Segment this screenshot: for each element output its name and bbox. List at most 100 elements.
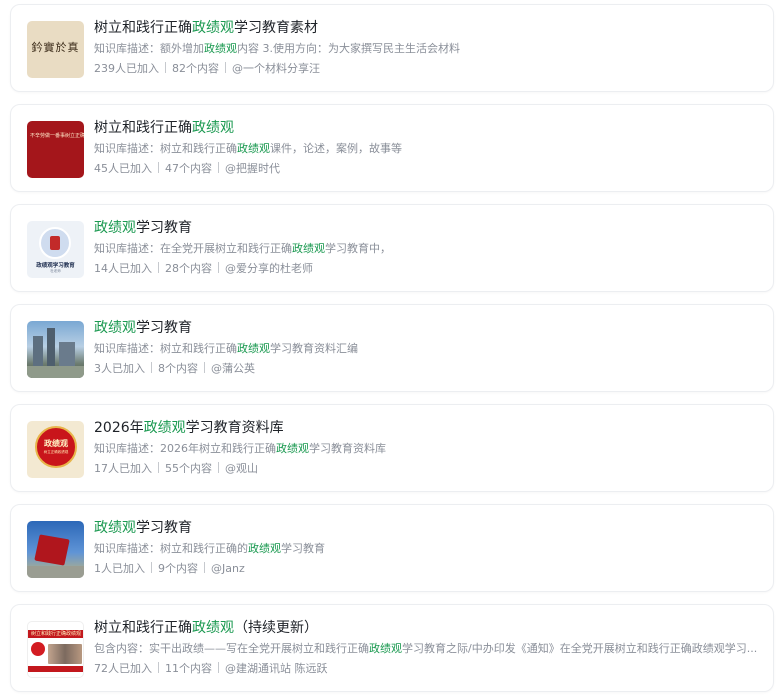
card-thumbnail[interactable]: 政绩观 树立正确政绩观: [27, 421, 84, 478]
card-title[interactable]: 政绩观学习教育: [94, 318, 761, 338]
card-text: 2026年政绩观学习教育资料库 知识库描述：2026年树立和践行正确政绩观学习教…: [94, 418, 761, 478]
desc-highlight: 政绩观: [237, 342, 270, 355]
content-count: 82个内容: [172, 62, 219, 75]
card-text: 政绩观学习教育 知识库描述：树立和践行正确的政绩观学习教育 1人已加入 9个内容 @…: [94, 518, 761, 578]
desc-highlight: 政绩观: [276, 442, 309, 455]
desc-part: 知识库描述：2026年树立和践行正确: [94, 442, 276, 455]
title-part: 树立和践行正确: [94, 620, 192, 636]
title-highlight: 政绩观: [192, 20, 234, 36]
member-count: 45人已加入: [94, 162, 152, 175]
member-count: 3人已加入: [94, 362, 145, 375]
card-title[interactable]: 2026年政绩观学习教育资料库: [94, 418, 761, 438]
card-description: 包含内容：实干出政绩——写在全党开展树立和践行正确政绩观学习教育之际/中办印发《…: [94, 640, 761, 658]
thumbnail-footer: [28, 666, 83, 672]
author-link[interactable]: @爱分享的杜老师: [225, 262, 313, 275]
meta-divider: [225, 62, 226, 73]
desc-highlight: 政绩观: [248, 542, 281, 555]
desc-part: 包含内容：实干出政绩——写在全党开展树立和践行正确: [94, 642, 369, 655]
meta-divider: [158, 162, 159, 173]
author-link[interactable]: @Janz: [211, 562, 245, 575]
thumbnail-emblem-icon: [39, 227, 71, 259]
knowledge-base-card[interactable]: 政绩观 树立正确政绩观 2026年政绩观学习教育资料库 知识库描述：2026年树…: [10, 404, 774, 492]
meta-divider: [218, 662, 219, 673]
meta-divider: [158, 662, 159, 673]
desc-highlight: 政绩观: [369, 642, 402, 655]
thumbnail-building: [33, 336, 43, 366]
knowledge-base-card[interactable]: 政绩观学习教育 知识库描述：树立和践行正确政绩观学习教育资料汇编 3人已加入 8个…: [10, 304, 774, 392]
desc-part: 学习教育资料库: [309, 442, 386, 455]
desc-part: 内容 3.使用方向：为大家撰写民主生活会材料: [237, 42, 460, 55]
meta-divider: [218, 262, 219, 273]
card-thumbnail[interactable]: [27, 321, 84, 378]
member-count: 239人已加入: [94, 62, 159, 75]
desc-highlight: 政绩观: [292, 242, 325, 255]
card-description: 知识库描述：额外增加政绩观内容 3.使用方向：为大家撰写民主生活会材料: [94, 40, 761, 58]
thumbnail-caption: 不辛劳做一番事树立正确政绩观: [30, 133, 84, 139]
card-title[interactable]: 树立和践行正确政绩观: [94, 118, 761, 138]
content-count: 47个内容: [165, 162, 212, 175]
member-count: 1人已加入: [94, 562, 145, 575]
meta-divider: [151, 562, 152, 573]
title-part: 学习教育: [136, 520, 192, 536]
title-part: 学习教育: [136, 220, 192, 236]
author-link[interactable]: @观山: [225, 462, 258, 475]
card-description: 知识库描述：树立和践行正确政绩观课件，论述，案例，故事等: [94, 140, 761, 158]
desc-part: 学习教育中，: [325, 242, 391, 255]
card-text: 树立和践行正确政绩观 知识库描述：树立和践行正确政绩观课件，论述，案例，故事等 …: [94, 118, 761, 178]
card-meta: 3人已加入 8个内容 @蒲公英: [94, 360, 761, 378]
title-highlight: 政绩观: [192, 620, 234, 636]
card-meta: 1人已加入 9个内容 @Janz: [94, 560, 761, 578]
thumbnail-photo: [48, 644, 82, 664]
knowledge-base-card[interactable]: 政绩观学习教育 杜老师 政绩观学习教育 知识库描述：在全党开展树立和践行正确政绩…: [10, 204, 774, 292]
card-thumbnail[interactable]: 不辛劳做一番事树立正确政绩观: [27, 121, 84, 178]
author-link[interactable]: @蒲公英: [211, 362, 255, 375]
member-count: 14人已加入: [94, 262, 152, 275]
desc-part: 知识库描述：在全党开展树立和践行正确: [94, 242, 292, 255]
title-part: 学习教育资料库: [185, 420, 284, 436]
member-count: 17人已加入: [94, 462, 152, 475]
card-meta: 14人已加入 28个内容 @爱分享的杜老师: [94, 260, 761, 278]
thumbnail-subcaption: 树立正确政绩观: [43, 450, 69, 454]
card-description: 知识库描述：2026年树立和践行正确政绩观学习教育资料库: [94, 440, 761, 458]
member-count: 72人已加入: [94, 662, 152, 675]
card-title[interactable]: 树立和践行正确政绩观（持续更新）: [94, 618, 761, 638]
author-link[interactable]: @建湖通讯站 陈远跃: [225, 662, 328, 675]
knowledge-base-card[interactable]: 树立和践行正确政绩观 树立和践行正确政绩观（持续更新） 包含内容：实干出政绩——…: [10, 604, 774, 692]
card-meta: 17人已加入 55个内容 @观山: [94, 460, 761, 478]
desc-part: 学习教育资料汇编: [270, 342, 358, 355]
author-link[interactable]: @把握时代: [225, 162, 280, 175]
title-highlight: 政绩观: [94, 220, 136, 236]
knowledge-base-card[interactable]: 鈐實於真 树立和践行正确政绩观学习教育素材 知识库描述：额外增加政绩观内容 3.…: [10, 4, 774, 92]
card-text: 树立和践行正确政绩观学习教育素材 知识库描述：额外增加政绩观内容 3.使用方向：…: [94, 18, 761, 78]
title-part: 树立和践行正确: [94, 20, 192, 36]
title-part: 学习教育: [136, 320, 192, 336]
meta-divider: [151, 362, 152, 373]
card-thumbnail[interactable]: 政绩观学习教育 杜老师: [27, 221, 84, 278]
author-link[interactable]: @一个材料分享汪: [232, 62, 320, 75]
card-text: 政绩观学习教育 知识库描述：在全党开展树立和践行正确政绩观学习教育中， 14人已…: [94, 218, 761, 278]
title-highlight: 政绩观: [94, 320, 136, 336]
card-title[interactable]: 政绩观学习教育: [94, 518, 761, 538]
card-title[interactable]: 政绩观学习教育: [94, 218, 761, 238]
card-thumbnail[interactable]: 鈐實於真: [27, 21, 84, 78]
title-highlight: 政绩观: [143, 420, 186, 436]
card-thumbnail[interactable]: [27, 521, 84, 578]
meta-divider: [204, 362, 205, 373]
thumbnail-calligraphy: 鈐實於真: [31, 41, 80, 54]
card-text: 政绩观学习教育 知识库描述：树立和践行正确政绩观学习教育资料汇编 3人已加入 8个…: [94, 318, 761, 378]
meta-divider: [158, 462, 159, 473]
desc-part: 知识库描述：树立和践行正确: [94, 142, 237, 155]
knowledge-base-card[interactable]: 不辛劳做一番事树立正确政绩观 树立和践行正确政绩观 知识库描述：树立和践行正确政…: [10, 104, 774, 192]
content-count: 28个内容: [165, 262, 212, 275]
content-count: 9个内容: [158, 562, 198, 575]
card-thumbnail[interactable]: 树立和践行正确政绩观: [27, 621, 84, 678]
desc-part: 课件，论述，案例，故事等: [270, 142, 402, 155]
title-highlight: 政绩观: [94, 520, 136, 536]
card-title[interactable]: 树立和践行正确政绩观学习教育素材: [94, 18, 761, 38]
desc-highlight: 政绩观: [237, 142, 270, 155]
thumbnail-caption: 政绩观学习教育: [36, 263, 75, 269]
title-part: 树立和践行正确: [94, 120, 192, 136]
title-part: 学习教育素材: [234, 20, 318, 36]
knowledge-base-card[interactable]: 政绩观学习教育 知识库描述：树立和践行正确的政绩观学习教育 1人已加入 9个内容 @…: [10, 504, 774, 592]
thumbnail-banner: 树立和践行正确政绩观: [28, 630, 83, 638]
